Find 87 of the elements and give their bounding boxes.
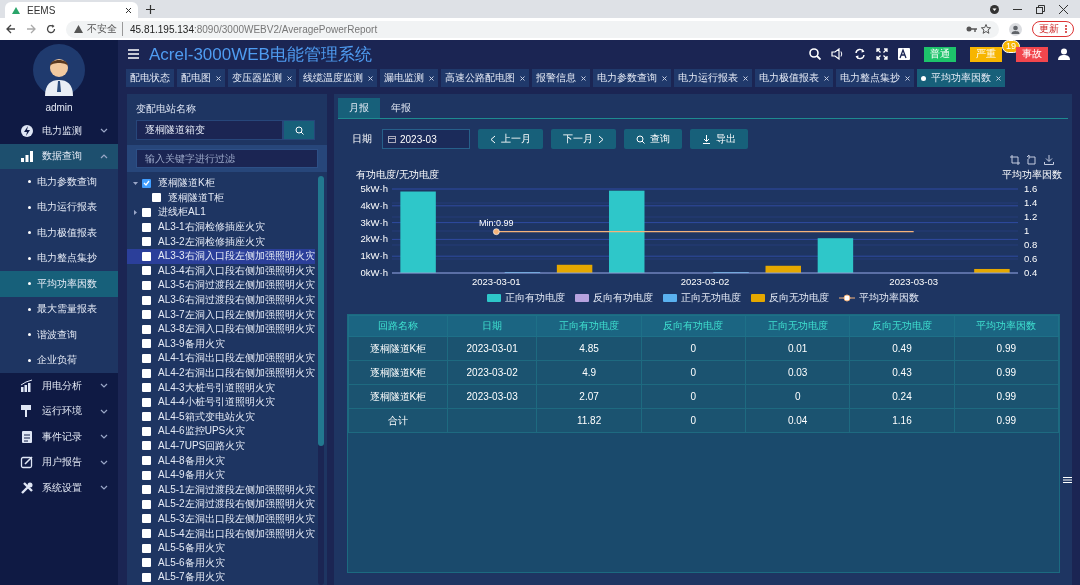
table-cell: 逐桐隧道K柜	[348, 336, 448, 361]
tree-label: AL4-2右洞出口段右侧加强照明火灾	[158, 366, 315, 380]
table-cell: 0.99	[954, 336, 1059, 361]
table-cell: 4.9	[536, 360, 642, 385]
table-cell: 4.85	[536, 336, 642, 361]
table-cell: 0	[641, 360, 746, 385]
tick-label: 0kW·h	[360, 267, 388, 278]
column-header: 平均功率因数	[954, 315, 1059, 337]
column-header: 反向无功电度	[849, 315, 955, 337]
tree-label: AL5-6备用火灾	[158, 555, 225, 570]
column-header: 回路名称	[348, 315, 448, 337]
tick-label: 4kW·h	[360, 199, 388, 211]
table-cell: 0.99	[954, 408, 1059, 433]
column-header: 日期	[447, 315, 537, 337]
tick-label: 2023-03-02	[680, 276, 730, 287]
table-cell: 0	[641, 408, 746, 433]
tick-label: 2023-03-01	[472, 276, 521, 287]
column-header: 反向有功电度	[641, 315, 746, 337]
url-text: 45.81.195.134:8090/3000WEBV2/AveragePowerReport	[130, 23, 378, 35]
tree-label: AL3-6右洞过渡段右侧加强照明火灾	[158, 293, 315, 308]
axis-title: 平均功率因数	[1002, 169, 1062, 180]
table-cell: 0	[745, 384, 850, 409]
tree-label: AL4-6监控UPS火灾	[158, 424, 246, 439]
field-label: 日期	[352, 132, 372, 146]
tree-label: 逐桐隧道T柜	[168, 190, 225, 205]
table-cell: 0	[641, 384, 746, 409]
tree-label: AL3-7左洞入口段左侧加强照明火灾	[158, 307, 315, 322]
point-label: Min:0.99	[479, 217, 514, 228]
table-cell: 0.43	[849, 360, 955, 385]
axis-title: 有功电度/无功电度	[356, 169, 439, 180]
tree-label: AL5-4左洞出口段右侧加强照明火灾	[158, 526, 315, 541]
tree-label: AL5-3左洞出口段左侧加强照明火灾	[158, 511, 315, 526]
table-cell: 2023-03-02	[447, 360, 537, 385]
tick-label: 3kW·h	[360, 216, 388, 228]
tick-label: 5kW·h	[360, 183, 388, 194]
field-label: 变配电站名称	[135, 102, 197, 116]
tree-label: AL5-1左洞过渡段左侧加强照明火灾	[158, 482, 315, 497]
tree-label: AL5-2左洞过渡段右侧加强照明火灾	[158, 497, 315, 512]
app-title: Acrel-3000WEB电能管理系统	[149, 43, 373, 66]
column-header: 正向有功电度	[536, 315, 642, 337]
tree-label: AL5-5备用火灾	[158, 541, 225, 556]
table-cell: 0.24	[849, 384, 955, 409]
tree-label: AL3-4右洞入口段右侧加强照明火灾	[158, 263, 315, 278]
tick-label: 1.2	[1024, 211, 1038, 222]
tick-label: 0.6	[1024, 253, 1038, 264]
tree-label: AL3-3右洞入口段左侧加强照明火灾	[158, 249, 315, 264]
tree-label: 逐桐隧道K柜	[158, 176, 215, 191]
tick-label: 0.4	[1024, 267, 1038, 278]
user-name: admin	[45, 102, 73, 113]
tick-label: 1	[1024, 225, 1030, 236]
table-cell: 0.99	[954, 384, 1059, 409]
tree-label: AL3-1右洞检修插座火灾	[158, 220, 265, 235]
tree-label: AL4-9备用火灾	[158, 468, 225, 483]
tick-label: 1kW·h	[360, 250, 388, 262]
tree-label: AL4-8备用火灾	[158, 453, 225, 468]
table-cell: 2023-03-01	[447, 336, 537, 361]
table-cell: 0.01	[745, 336, 850, 361]
table-cell: 0.49	[849, 336, 955, 361]
table-cell: 逐桐隧道K柜	[348, 384, 448, 409]
tree-label: AL4-4小桩号引道照明火灾	[158, 395, 275, 410]
table-cell: 1.16	[849, 408, 955, 433]
tree-label: AL5-7备用火灾	[158, 570, 225, 585]
tree-label: AL4-1右洞出口段左侧加强照明火灾	[158, 351, 315, 366]
tick-label: 2023-03-03	[889, 276, 938, 287]
tree-label: AL4-3大桩号引道照明火灾	[158, 380, 275, 395]
table-cell: 2023-03-03	[447, 384, 537, 409]
column-header: 正向无功电度	[745, 315, 850, 337]
table-cell: 合计	[348, 408, 448, 433]
table-cell: 0.04	[745, 408, 850, 433]
tree-label: AL3-9备用火灾	[158, 336, 225, 351]
tick-label: 1.6	[1024, 183, 1038, 194]
tick-label: 1.4	[1024, 197, 1038, 208]
tick-label: 2kW·h	[360, 233, 388, 245]
tree-label: AL3-8左洞入口段右侧加强照明火灾	[158, 322, 315, 337]
tree-label: AL4-5箱式变电站火灾	[158, 409, 255, 424]
table-cell: 逐桐隧道K柜	[348, 360, 448, 385]
table-cell: 2.07	[536, 384, 642, 409]
table-cell: 0.03	[745, 360, 850, 385]
tree-label: AL4-7UPS回路火灾	[158, 439, 246, 453]
tick-label: 0.8	[1024, 239, 1038, 250]
security-label: 不安全	[87, 22, 123, 36]
tree-label: AL3-2左洞检修插座火灾	[158, 234, 265, 249]
tree-label: 进线柜AL1	[158, 205, 206, 220]
table-cell: 0	[641, 336, 746, 361]
table-cell: 11.82	[536, 408, 642, 433]
tree-label: AL3-5右洞过渡段左侧加强照明火灾	[158, 278, 315, 293]
table-cell: 0.99	[954, 360, 1059, 385]
